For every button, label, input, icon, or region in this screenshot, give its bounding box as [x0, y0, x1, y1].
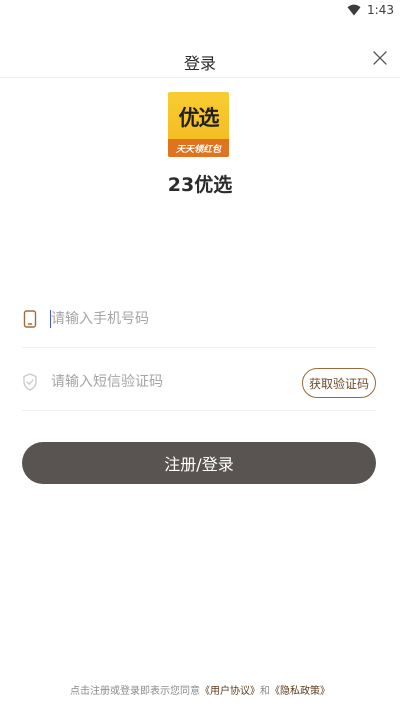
status-right: 1:43: [347, 0, 394, 20]
status-bar: 1:43: [0, 0, 400, 20]
logo-band-text: 天天领红包: [175, 145, 221, 155]
close-icon[interactable]: [372, 50, 388, 66]
logo-text: 优选: [178, 106, 220, 130]
agreement-prefix: 点击注册或登录即表示您同意: [70, 686, 200, 697]
page-title: 登录: [183, 54, 216, 73]
code-row: 获取验证码: [22, 353, 376, 411]
wifi-icon: [347, 1, 361, 20]
logo-band: 天天领红包: [168, 139, 229, 157]
phone-row: [22, 290, 376, 348]
agreement-and: 和: [260, 686, 270, 697]
phone-input[interactable]: [51, 307, 291, 331]
agreement-text: 点击注册或登录即表示您同意《用户协议》和《隐私政策》: [0, 682, 400, 697]
nav-bar: 登录: [0, 44, 400, 78]
shield-check-icon: [22, 373, 38, 391]
phone-icon: [22, 310, 38, 328]
user-agreement-link[interactable]: 《用户协议》: [200, 686, 260, 697]
register-login-button[interactable]: 注册/登录: [22, 442, 376, 484]
get-code-button[interactable]: 获取验证码: [302, 368, 376, 398]
sms-code-input[interactable]: [51, 370, 291, 394]
app-logo: 优选 天天领红包: [168, 92, 229, 157]
status-time: 1:43: [367, 3, 394, 17]
privacy-policy-link[interactable]: 《隐私政策》: [270, 686, 330, 697]
app-name: 23优选: [167, 174, 233, 196]
